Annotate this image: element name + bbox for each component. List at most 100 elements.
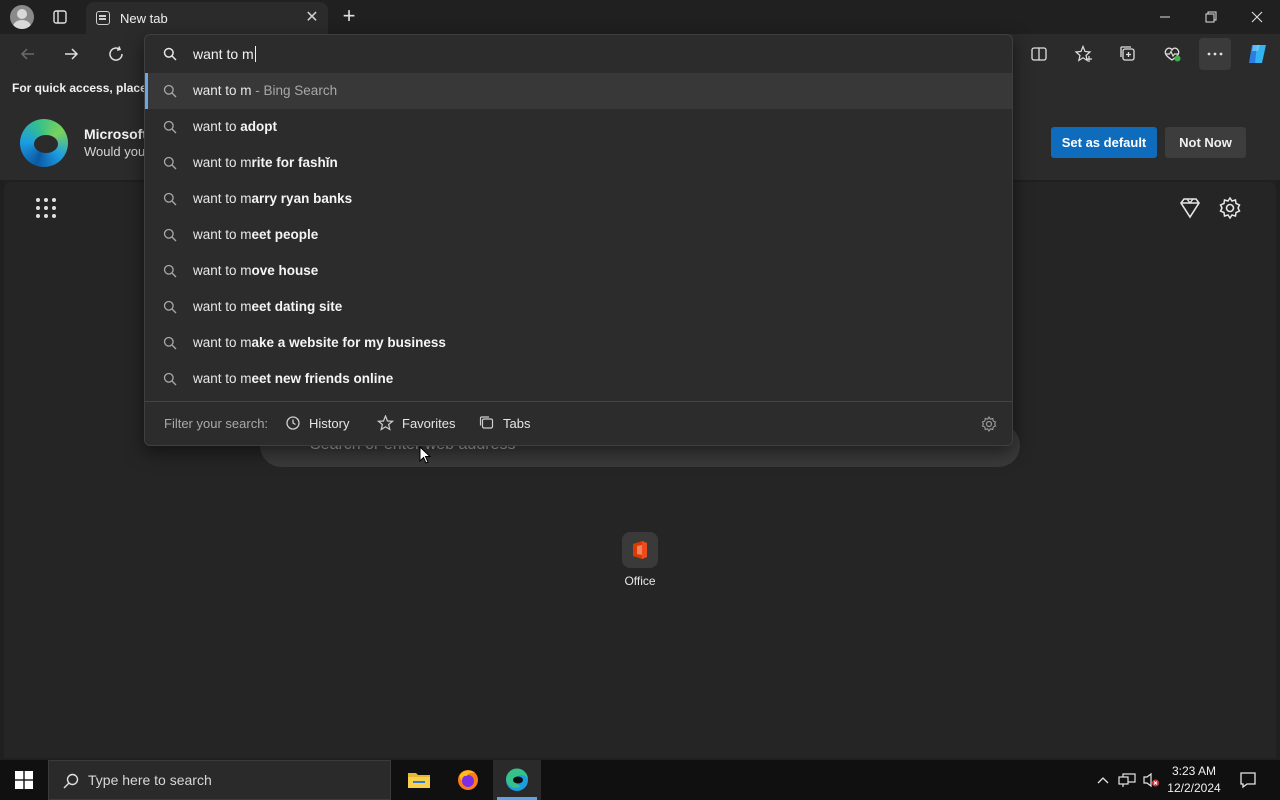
- app-launcher-icon[interactable]: [34, 196, 58, 220]
- suggestion-search-icon: [163, 84, 177, 98]
- start-button[interactable]: [0, 760, 48, 800]
- suggestion-search-icon: [163, 192, 177, 206]
- suggestion-text: want to meet dating site: [193, 299, 342, 314]
- filter-favorites-button[interactable]: Favorites: [377, 410, 455, 436]
- edge-app[interactable]: [493, 760, 541, 800]
- suggestion-item[interactable]: want to meet new friends online: [145, 361, 1012, 397]
- restore-button[interactable]: [1188, 0, 1234, 34]
- suggestion-item[interactable]: want to move house: [145, 253, 1012, 289]
- filter-tabs-button[interactable]: Tabs: [479, 410, 530, 436]
- filter-history-button[interactable]: History: [285, 410, 349, 436]
- forward-button[interactable]: [55, 38, 87, 70]
- refresh-button[interactable]: [100, 38, 132, 70]
- filter-row: Filter your search: History Favorites Ta…: [145, 402, 1012, 446]
- history-icon: [286, 416, 300, 430]
- filter-tabs-label: Tabs: [503, 415, 531, 431]
- suggestion-text: want to make a website for my business: [193, 335, 446, 350]
- suggestion-search-icon: [163, 300, 177, 314]
- tab-actions-icon[interactable]: [48, 6, 72, 28]
- suggestion-text: want to mrite for fashĭn: [193, 155, 338, 170]
- new-tab-favicon-icon: [96, 11, 110, 25]
- notifications-icon[interactable]: [1238, 770, 1258, 790]
- edge-icon: [505, 768, 528, 791]
- back-button[interactable]: [12, 38, 44, 70]
- taskbar-search-placeholder: Type here to search: [88, 772, 212, 788]
- not-now-button[interactable]: Not Now: [1165, 127, 1246, 158]
- suggestion-text: want to move house: [193, 263, 318, 278]
- split-screen-icon[interactable]: [1023, 38, 1055, 70]
- suggestion-search-icon: [163, 120, 177, 134]
- suggestion-completion: rite for fashĭn: [251, 155, 338, 170]
- mouse-cursor-icon: [419, 446, 431, 464]
- suggestion-search-icon: [163, 228, 177, 242]
- title-bar: New tab ✕ +: [0, 0, 1280, 34]
- address-bar-dropdown: want to m want to m - Bing Search want to…: [144, 34, 1013, 446]
- suggestion-item[interactable]: want to marry ryan banks: [145, 181, 1012, 217]
- network-icon[interactable]: [1117, 770, 1137, 790]
- suggestion-completion: eet new friends online: [251, 371, 394, 386]
- suggestion-item[interactable]: want to m - Bing Search: [145, 73, 1012, 109]
- suggestion-completion: ake a website for my business: [251, 335, 446, 350]
- page-settings-gear-icon[interactable]: [1217, 195, 1243, 221]
- copilot-icon[interactable]: [1242, 38, 1274, 70]
- search-settings-gear-icon[interactable]: [980, 415, 998, 433]
- suggestion-item[interactable]: want to meet dating site: [145, 289, 1012, 325]
- banner-title: Microsoft: [84, 126, 147, 142]
- suggestion-completion: eet dating site: [251, 299, 343, 314]
- address-input[interactable]: want to m: [145, 35, 1012, 73]
- collections-icon[interactable]: [1112, 38, 1144, 70]
- suggestion-prefix: want to m: [193, 191, 252, 206]
- suggestion-prefix: want to m: [193, 227, 252, 242]
- rewards-trophy-icon[interactable]: [1177, 195, 1203, 221]
- file-explorer-app[interactable]: [395, 760, 443, 800]
- show-hidden-icons-chevron-icon[interactable]: [1093, 770, 1113, 790]
- suggestion-prefix: want to m: [193, 263, 252, 278]
- suggestion-prefix: want to m: [193, 299, 252, 314]
- suggestion-hint: - Bing Search: [251, 83, 338, 98]
- clock-time[interactable]: 3:23 AM: [1160, 764, 1228, 778]
- tab-close-icon[interactable]: ✕: [304, 10, 320, 26]
- office-tile[interactable]: [622, 532, 658, 568]
- settings-and-more-icon[interactable]: [1199, 38, 1231, 70]
- suggestion-completion: eet people: [251, 227, 319, 242]
- suggestion-search-icon: [163, 336, 177, 350]
- firefox-app[interactable]: [444, 760, 492, 800]
- search-icon: [163, 47, 177, 61]
- suggestion-text: want to meet new friends online: [193, 371, 393, 386]
- suggestion-search-icon: [163, 156, 177, 170]
- suggestion-search-icon: [163, 264, 177, 278]
- browser-essentials-icon[interactable]: [1156, 38, 1188, 70]
- minimize-button[interactable]: [1142, 0, 1188, 34]
- filter-history-label: History: [309, 415, 350, 431]
- suggestion-text: want to m - Bing Search: [193, 83, 337, 98]
- favorites-icon[interactable]: [1068, 38, 1100, 70]
- filter-favorites-label: Favorites: [402, 415, 456, 431]
- new-tab-button[interactable]: +: [338, 5, 360, 27]
- suggestion-prefix: want to m: [193, 83, 252, 98]
- firefox-icon: [458, 770, 478, 790]
- volume-muted-icon[interactable]: [1141, 770, 1161, 790]
- suggestion-text: want to marry ryan banks: [193, 191, 352, 206]
- folder-icon: [408, 773, 430, 788]
- suggestion-item[interactable]: want to make a website for my business: [145, 325, 1012, 361]
- tab-new-tab[interactable]: New tab ✕: [86, 2, 328, 34]
- suggestion-item[interactable]: want to adopt: [145, 109, 1012, 145]
- suggestion-text: want to adopt: [193, 119, 277, 134]
- suggestion-text: want to meet people: [193, 227, 318, 242]
- edge-logo-icon: [20, 119, 68, 167]
- clock-date[interactable]: 12/2/2024: [1160, 781, 1228, 795]
- close-window-button[interactable]: [1234, 0, 1280, 34]
- profile-avatar-icon[interactable]: [10, 5, 34, 29]
- windows-logo-icon: [15, 771, 33, 789]
- tab-title: New tab: [120, 10, 168, 26]
- suggestion-item[interactable]: want to meet people: [145, 217, 1012, 253]
- suggestion-prefix: want to: [193, 119, 241, 134]
- address-input-text[interactable]: want to m: [193, 46, 256, 62]
- set-as-default-button[interactable]: Set as default: [1051, 127, 1157, 158]
- suggestion-item[interactable]: want to mrite for fashĭn: [145, 145, 1012, 181]
- office-tile-label: Office: [624, 574, 656, 588]
- taskbar-search-icon: [63, 773, 79, 789]
- suggestion-completion: adopt: [240, 119, 278, 134]
- suggestion-completion: ove house: [251, 263, 319, 278]
- star-icon: [377, 415, 394, 431]
